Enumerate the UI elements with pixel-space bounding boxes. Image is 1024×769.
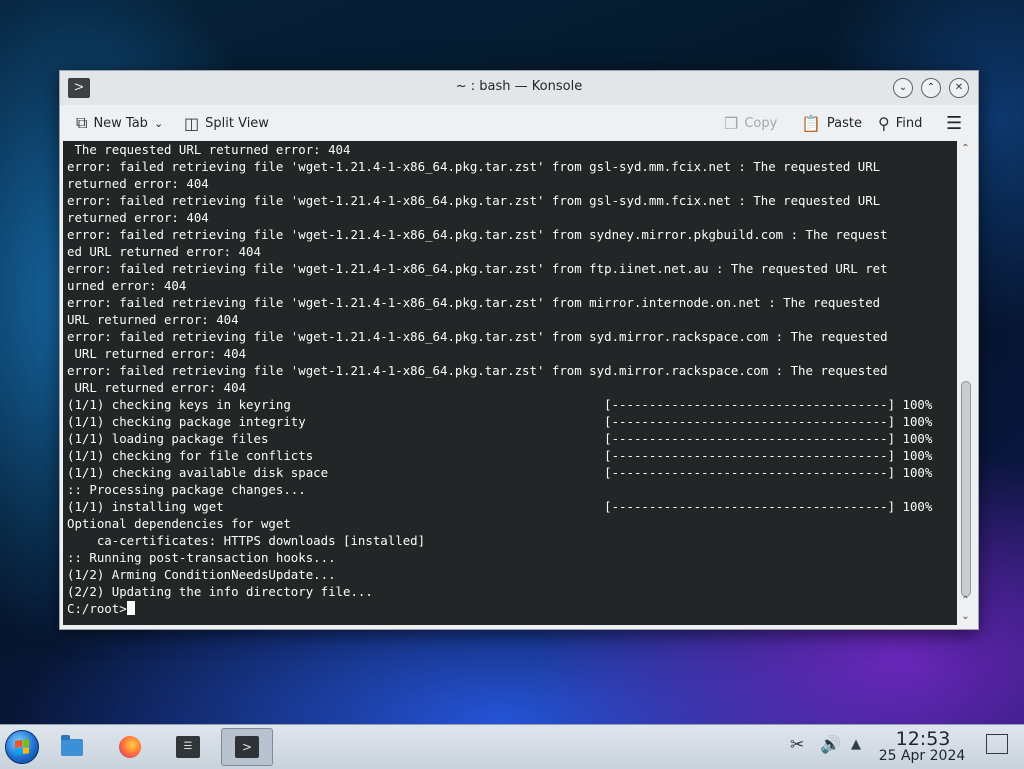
terminal-line: error: failed retrieving file 'wget-1.21…	[67, 193, 881, 208]
terminal-line: returned error: 404	[67, 176, 209, 191]
scroll-up-arrow-icon[interactable]: ⌃	[957, 141, 974, 157]
terminal-line: error: failed retrieving file 'wget-1.21…	[67, 329, 888, 344]
copy-button[interactable]: ❐ Copy	[724, 111, 777, 135]
text-cursor	[126, 601, 135, 615]
toolbar: ⧉ New Tab ⌄ ◫ Split View ❐ Copy 📋 Paste …	[60, 105, 978, 141]
terminal-line: URL returned error: 404	[67, 346, 247, 361]
window-title: ~ : bash — Konsole	[455, 79, 583, 94]
terminal-line: (1/1) checking for file conflicts [-----…	[67, 448, 933, 463]
scroll-down-arrow-icon[interactable]: ⌄	[957, 609, 974, 625]
copy-icon: ❐	[724, 113, 739, 133]
terminal-line: (1/1) installing wget [-----------------…	[67, 499, 933, 514]
terminal-line: error: failed retrieving file 'wget-1.21…	[67, 295, 881, 310]
find-button[interactable]: ⚲ Find	[878, 111, 922, 135]
minimize-button[interactable]: ⌄	[893, 78, 913, 98]
maximize-button[interactable]: ⌃	[921, 78, 941, 98]
clipboard-icon[interactable]: ✂	[790, 735, 804, 755]
terminal-line: urned error: 404	[67, 278, 187, 293]
hamburger-menu-icon: ☰	[946, 112, 963, 134]
volume-icon[interactable]: 🔊	[820, 735, 841, 755]
start-menu-button[interactable]	[0, 728, 44, 766]
title-bar[interactable]: > ~ : bash — Konsole ⌄ ⌃ ✕	[60, 71, 978, 105]
close-button[interactable]: ✕	[949, 78, 969, 98]
terminal-line: returned error: 404	[67, 210, 209, 225]
firefox-launcher[interactable]	[108, 728, 152, 766]
konsole-window: > ~ : bash — Konsole ⌄ ⌃ ✕ ⧉ New Tab ⌄ ◫…	[59, 70, 979, 630]
firefox-icon	[119, 736, 141, 758]
terminal-line: (1/1) loading package files [-----------…	[67, 431, 933, 446]
terminal-prompt: C:/root>	[67, 600, 957, 617]
new-tab-icon: ⧉	[76, 113, 88, 132]
folder-icon	[61, 734, 83, 756]
terminal-line: The requested URL returned error: 404	[67, 142, 351, 157]
paste-icon: 📋	[801, 113, 821, 133]
terminal-line: URL returned error: 404	[67, 380, 247, 395]
terminal-line: ca-certificates: HTTPS downloads [instal…	[67, 533, 426, 548]
search-icon: ⚲	[878, 113, 890, 133]
start-orb-icon	[5, 730, 39, 764]
new-tab-button[interactable]: ⧉ New Tab ⌄	[76, 111, 163, 135]
copy-label: Copy	[744, 115, 778, 131]
paste-label: Paste	[826, 115, 863, 131]
find-label: Find	[895, 115, 923, 131]
show-desktop-icon[interactable]	[986, 734, 1008, 754]
split-view-button[interactable]: ◫ Split View	[184, 111, 269, 135]
hamburger-menu-button[interactable]: ☰	[946, 111, 962, 135]
file-manager-launcher[interactable]	[50, 728, 94, 766]
terminal-line: Optional dependencies for wget	[67, 516, 291, 531]
split-view-icon: ◫	[184, 113, 200, 133]
new-tab-label: New Tab	[93, 115, 148, 131]
terminal-view[interactable]: The requested URL returned error: 404 err…	[63, 141, 957, 625]
terminal-line: URL returned error: 404	[67, 312, 239, 327]
konsole-task-button[interactable]: >	[221, 728, 273, 766]
terminal-output: The requested URL returned error: 404 err…	[63, 141, 957, 617]
split-view-label: Split View	[205, 115, 269, 131]
terminal-line: ed URL returned error: 404	[67, 244, 261, 259]
terminal-line: :: Processing package changes...	[67, 482, 306, 497]
terminal-scrollbar[interactable]: ⌃ ⌃ ⌄	[957, 141, 974, 625]
terminal-line: error: failed retrieving file 'wget-1.21…	[67, 363, 888, 378]
konsole-icon: >	[235, 736, 259, 758]
terminal-line: error: failed retrieving file 'wget-1.21…	[67, 227, 888, 242]
prompt-text: C:/root>	[67, 601, 127, 616]
clock-date[interactable]: 25 Apr 2024	[872, 748, 972, 764]
terminal-line: error: failed retrieving file 'wget-1.21…	[67, 159, 881, 174]
scroll-up-arrow-icon[interactable]: ⌃	[957, 593, 974, 609]
terminal-line: (1/1) checking available disk space [---…	[67, 465, 933, 480]
tray-expand-icon[interactable]: ▲	[851, 737, 861, 752]
terminal-line: (1/1) checking keys in keyring [--------…	[67, 397, 933, 412]
paste-button[interactable]: 📋 Paste	[801, 111, 862, 135]
terminal-line: error: failed retrieving file 'wget-1.21…	[67, 261, 888, 276]
terminal-line: (1/1) checking package integrity [------…	[67, 414, 933, 429]
terminal-line: (2/2) Updating the info directory file..…	[67, 584, 373, 599]
chevron-down-icon[interactable]: ⌄	[154, 117, 163, 130]
taskbar: ☰ > ✂ 🔊 ▲	[0, 724, 1024, 769]
settings-icon: ☰	[176, 736, 200, 758]
scrollbar-thumb[interactable]	[961, 381, 971, 597]
system-settings-launcher[interactable]: ☰	[166, 728, 210, 766]
clock-time[interactable]: 12:53	[880, 728, 966, 750]
terminal-line: :: Running post-transaction hooks...	[67, 550, 336, 565]
terminal-line: (1/2) Arming ConditionNeedsUpdate...	[67, 567, 336, 582]
